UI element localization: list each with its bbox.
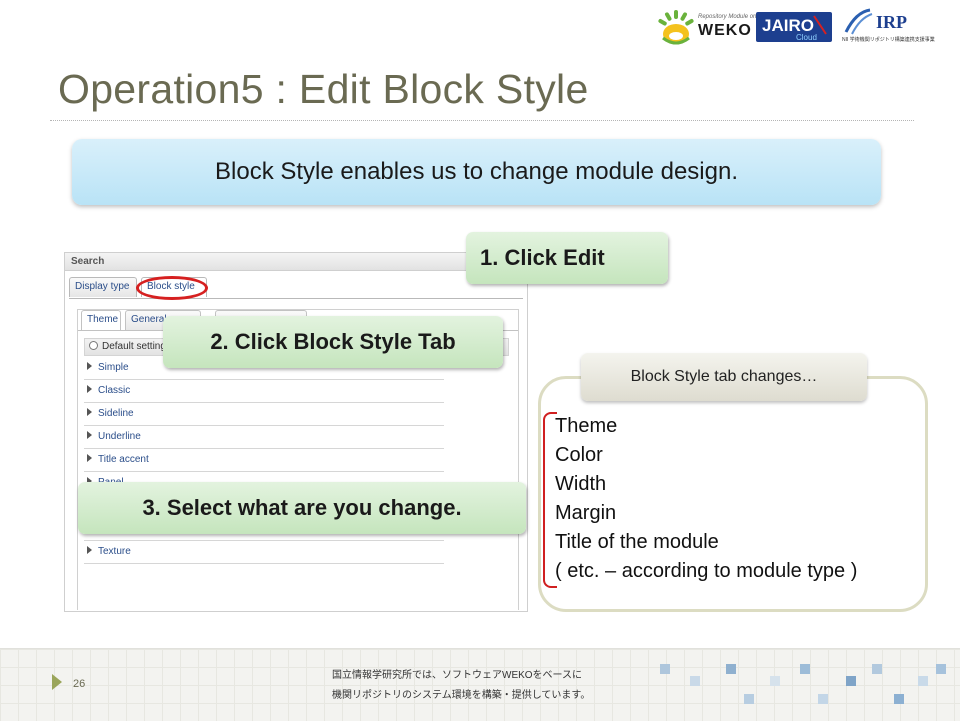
default-setting-label: Default setting <box>102 341 166 352</box>
decor-square <box>770 676 780 686</box>
decor-square <box>690 676 700 686</box>
radio-icon[interactable] <box>89 341 98 350</box>
decor-square <box>818 694 828 704</box>
changes-list: Theme Color Width Margin Title of the mo… <box>555 412 857 586</box>
theme-item-label: Classic <box>98 385 131 396</box>
theme-item-label: Texture <box>98 546 131 557</box>
expand-arrow-icon[interactable] <box>87 408 92 416</box>
theme-item-title-accent[interactable]: Title accent <box>84 450 444 472</box>
changes-panel-label: Block Style tab changes… <box>581 353 867 401</box>
header-logos: Repository Module on NC2 WEKO JAIRO Clou… <box>656 8 946 48</box>
theme-item-texture[interactable]: Texture <box>84 542 444 564</box>
irp-logo-icon: IRP NII 学術機関リポジトリ構築連携支援事業 <box>842 8 935 43</box>
screenshot-block-style-panel: Search Display type Block style Theme Ge… <box>64 252 528 612</box>
expand-arrow-icon[interactable] <box>87 546 92 554</box>
irp-logo-sub: NII 学術機関リポジトリ構築連携支援事業 <box>842 36 935 43</box>
intro-banner: Block Style enables us to change module … <box>72 139 881 205</box>
list-item: Margin <box>555 502 617 524</box>
footer-arrow-icon <box>52 674 62 690</box>
decor-square <box>726 664 736 674</box>
expand-arrow-icon[interactable] <box>87 431 92 439</box>
list-item: ( etc. – according to module type ) <box>555 560 858 582</box>
expand-arrow-icon[interactable] <box>87 454 92 462</box>
theme-item-label: Title accent <box>98 454 149 465</box>
theme-item-label: Simple <box>98 362 129 373</box>
weko-logo-text: WEKO <box>698 22 752 39</box>
theme-item-label: Underline <box>98 431 141 442</box>
footer-note: 国立情報学研究所では、ソフトウェアWEKOをベースに 機関リポジトリのシステム環… <box>332 666 590 706</box>
list-item: Theme <box>555 415 618 437</box>
decor-square <box>936 664 946 674</box>
decor-square <box>660 664 670 674</box>
tab-divider <box>69 298 523 299</box>
theme-item-sideline[interactable]: Sideline <box>84 404 444 426</box>
footer-note-line-1: 国立情報学研究所では、ソフトウェアWEKOをベースに <box>332 670 583 681</box>
footer-note-line-2: 機関リポジトリのシステム環境を構築・提供しています。 <box>332 690 591 701</box>
block-style-highlight <box>136 276 208 300</box>
decor-square <box>846 676 856 686</box>
irp-logo-text: IRP <box>876 12 907 32</box>
jairo-logo-icon: JAIRO Cloud <box>756 12 832 42</box>
expand-arrow-icon[interactable] <box>87 385 92 393</box>
callout-step-1: 1. Click Edit <box>466 232 668 284</box>
list-item: Title of the module <box>555 531 719 553</box>
weko-sun-logo-icon <box>658 10 694 45</box>
expand-arrow-icon[interactable] <box>87 362 92 370</box>
panel-title: Search <box>65 253 527 271</box>
intro-banner-text: Block Style enables us to change module … <box>215 158 738 185</box>
slide-title: Operation5 : Edit Block Style <box>58 66 589 112</box>
theme-item-label: Sideline <box>98 408 134 419</box>
page-number: 26 <box>73 678 86 690</box>
callout-step-3: 3. Select what are you change. <box>78 482 526 534</box>
decor-square <box>744 694 754 704</box>
tab-theme[interactable]: Theme <box>81 310 121 330</box>
tab-display-type[interactable]: Display type <box>69 277 137 297</box>
list-item: Color <box>555 444 603 466</box>
decor-square <box>872 664 882 674</box>
decor-square <box>800 664 810 674</box>
theme-item-underline[interactable]: Underline <box>84 427 444 449</box>
jairo-cloud-text: Cloud <box>796 33 817 42</box>
list-item: Width <box>555 473 607 495</box>
callout-step-2: 2. Click Block Style Tab <box>163 316 503 368</box>
decor-square <box>918 676 928 686</box>
title-divider <box>50 120 914 121</box>
theme-item-classic[interactable]: Classic <box>84 381 444 403</box>
decor-square <box>894 694 904 704</box>
